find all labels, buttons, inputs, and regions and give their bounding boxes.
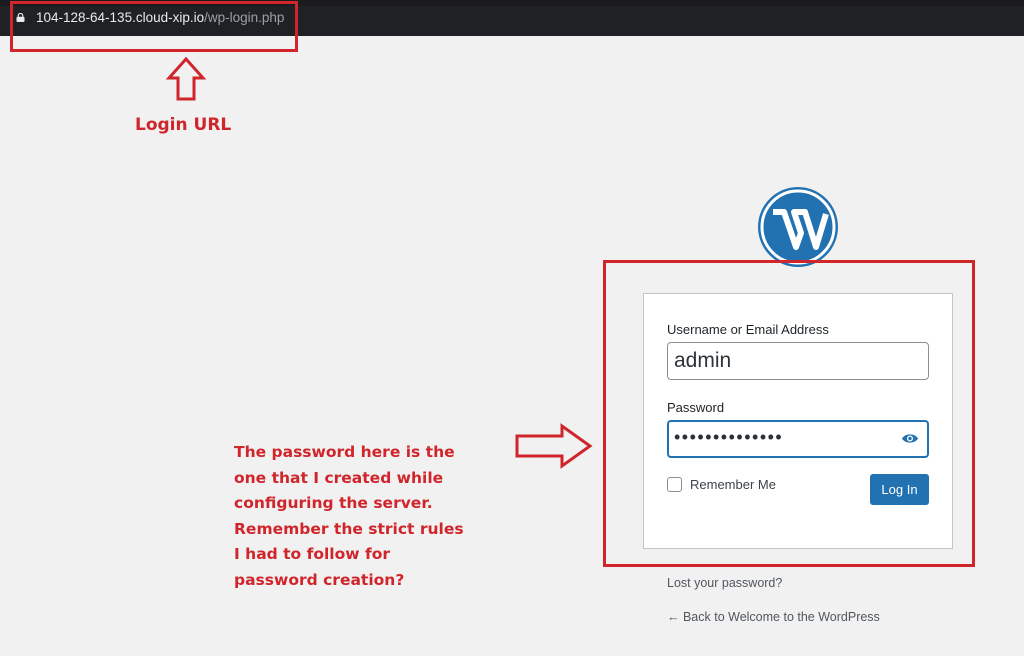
login-form-card: Username or Email Address admin Password… <box>643 293 953 549</box>
eye-icon[interactable] <box>901 432 919 445</box>
username-label: Username or Email Address <box>667 322 829 337</box>
remember-me-label[interactable]: Remember Me <box>690 477 776 492</box>
lost-password-link[interactable]: Lost your password? <box>667 576 782 590</box>
password-value: •••••••••••••• <box>674 427 784 447</box>
username-value: admin <box>674 349 732 372</box>
wordpress-logo-icon <box>758 187 838 267</box>
login-url-annotation: Login URL <box>135 115 232 135</box>
right-arrow-annotation <box>515 423 593 469</box>
password-note-annotation: The password here is the one that I crea… <box>234 443 464 589</box>
url-highlight-box <box>10 1 298 52</box>
password-input[interactable]: •••••••••••••• <box>667 420 929 458</box>
remember-me-checkbox[interactable] <box>667 477 682 492</box>
password-label: Password <box>667 400 725 415</box>
back-to-site-link[interactable]: ← Back to Welcome to the WordPress <box>667 610 880 624</box>
log-in-button[interactable]: Log In <box>870 474 929 505</box>
username-input[interactable]: admin <box>667 342 929 380</box>
up-arrow-annotation <box>166 56 206 101</box>
